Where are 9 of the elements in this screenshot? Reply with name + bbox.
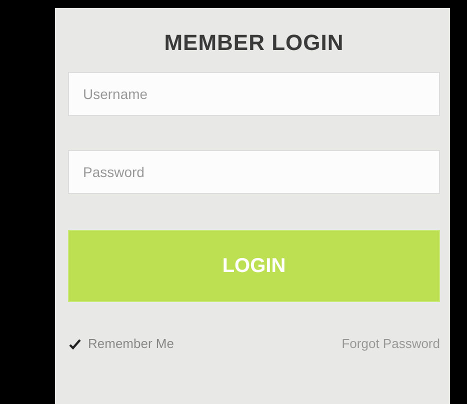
title: MEMBER LOGIN	[164, 30, 344, 56]
forgot-password-link[interactable]: Forgot Password	[342, 336, 440, 351]
remember-label: Remember Me	[88, 336, 174, 351]
login-button[interactable]: LOGIN	[68, 230, 440, 302]
remember-checkbox[interactable]: Remember Me	[68, 336, 174, 351]
input-field[interactable]: Password	[68, 150, 440, 194]
input-field[interactable]: Username	[68, 72, 440, 116]
checkbox[interactable]	[68, 336, 82, 350]
check-icon	[68, 336, 82, 350]
